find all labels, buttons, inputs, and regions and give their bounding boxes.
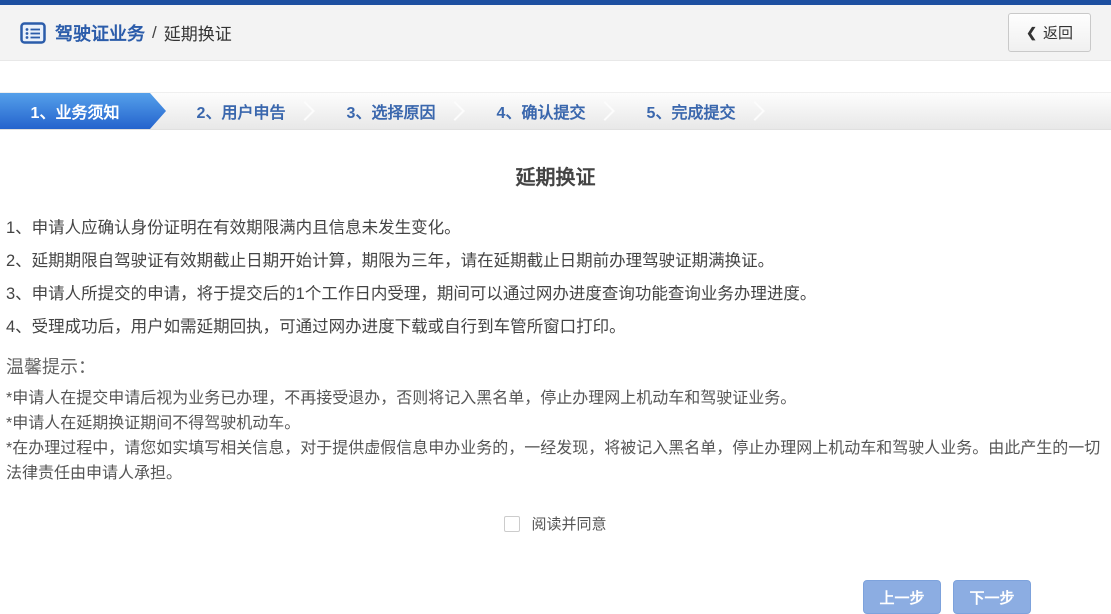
back-button-label: 返回: [1043, 22, 1073, 43]
tip-item: *在办理过程中，请您如实填写相关信息，对于提供虚假信息申办业务的，一经发现，将被…: [6, 436, 1105, 486]
tips-heading: 温馨提示：: [6, 353, 1105, 379]
step-wizard: 1、业务须知 2、用户申告 3、选择原因 4、确认提交 5、完成提交: [0, 92, 1111, 130]
step-label: 1、业务须知: [31, 99, 120, 123]
agree-label: 阅读并同意: [531, 513, 606, 534]
step-4-confirm-submit[interactable]: 4、确认提交: [466, 93, 616, 129]
agree-checkbox[interactable]: [504, 516, 520, 532]
step-5-finish-submit[interactable]: 5、完成提交: [616, 93, 766, 129]
page-header: 驾驶证业务 / 延期换证 ❮ 返回: [0, 5, 1111, 61]
tip-item: *申请人在提交申请后视为业务已办理，不再接受退办，否则将记入黑名单，停止办理网上…: [6, 386, 1105, 411]
step-3-select-reason[interactable]: 3、选择原因: [316, 93, 466, 129]
agreement-row: 阅读并同意: [0, 513, 1111, 534]
page-title: 延期换证: [0, 161, 1111, 190]
notice-item: 1、申请人应确认身份证明在有效期限满内且信息未发生变化。: [6, 212, 1105, 245]
step-label: 3、选择原因: [347, 99, 436, 123]
list-icon: [20, 22, 46, 44]
tips-list: *申请人在提交申请后视为业务已办理，不再接受退办，否则将记入黑名单，停止办理网上…: [0, 386, 1111, 486]
breadcrumb: 驾驶证业务 / 延期换证: [20, 20, 232, 46]
chevron-left-icon: ❮: [1026, 25, 1037, 41]
back-button[interactable]: ❮ 返回: [1008, 13, 1091, 52]
notice-item: 4、受理成功后，用户如需延期回执，可通过网办进度下载或自行到车管所窗口打印。: [6, 311, 1105, 344]
step-2-user-declaration[interactable]: 2、用户申告: [166, 93, 316, 129]
tip-item: *申请人在延期换证期间不得驾驶机动车。: [6, 411, 1105, 436]
notice-item: 3、申请人所提交的申请，将于提交后的1个工作日内受理，期间可以通过网办进度查询功…: [6, 278, 1105, 311]
step-label: 5、完成提交: [647, 99, 736, 123]
notice-list: 1、申请人应确认身份证明在有效期限满内且信息未发生变化。 2、延期期限自驾驶证有…: [0, 212, 1111, 344]
notice-item: 2、延期期限自驾驶证有效期截止日期开始计算，期限为三年，请在延期截止日期前办理驾…: [6, 245, 1105, 278]
breadcrumb-separator: /: [152, 23, 157, 43]
breadcrumb-page: 延期换证: [164, 20, 232, 45]
step-label: 2、用户申告: [197, 99, 286, 123]
breadcrumb-section[interactable]: 驾驶证业务: [55, 20, 145, 46]
step-label: 4、确认提交: [497, 99, 586, 123]
step-1-business-notice[interactable]: 1、业务须知: [0, 93, 166, 129]
